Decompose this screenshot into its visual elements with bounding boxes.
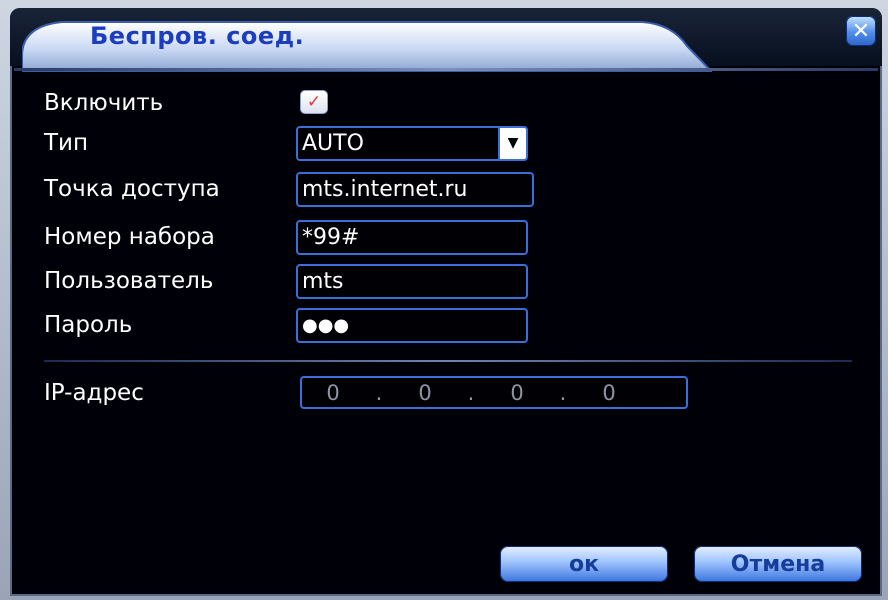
close-button[interactable]: ✕ [846, 16, 876, 46]
user-label: Пользователь [44, 268, 214, 294]
ip-octet-4[interactable]: 0 [596, 381, 622, 405]
access-point-label: Точка доступа [44, 176, 220, 202]
ip-separator: . [467, 380, 475, 405]
check-icon: ✓ [306, 92, 322, 112]
wireless-connection-dialog: Беспров. соед. ✕ Включить ✓ Тип AUTO ▼ Т… [10, 8, 882, 596]
password-field[interactable]: ●●● [296, 308, 528, 343]
ip-address-field[interactable]: 0 . 0 . 0 . 0 [300, 376, 688, 409]
password-label: Пароль [44, 312, 133, 338]
enable-label: Включить [44, 90, 164, 116]
title-underline [14, 68, 878, 71]
dial-number-label: Номер набора [44, 224, 215, 250]
type-select[interactable]: AUTO ▼ [296, 126, 528, 161]
enable-checkbox[interactable]: ✓ [300, 90, 328, 114]
user-field[interactable]: mts [296, 264, 528, 299]
type-label: Тип [44, 130, 89, 156]
ip-octet-1[interactable]: 0 [320, 381, 346, 405]
type-value: AUTO [302, 131, 364, 156]
ip-separator: . [375, 380, 383, 405]
dialog-title: Беспров. соед. [90, 22, 305, 50]
ip-separator: . [559, 380, 567, 405]
cancel-button[interactable]: Отмена [694, 546, 862, 582]
ip-octet-2[interactable]: 0 [412, 381, 438, 405]
screen-frame: Беспров. соед. ✕ Включить ✓ Тип AUTO ▼ Т… [0, 0, 888, 600]
ip-address-label: IP-адрес [44, 380, 144, 406]
dial-number-field[interactable]: *99# [296, 220, 528, 255]
section-divider [44, 360, 852, 362]
title-bar: Беспров. соед. ✕ [10, 8, 882, 72]
ip-octet-3[interactable]: 0 [504, 381, 530, 405]
access-point-field[interactable]: mts.internet.ru [296, 172, 534, 207]
dropdown-arrow-icon[interactable]: ▼ [498, 128, 526, 159]
ok-button[interactable]: ок [500, 546, 668, 582]
close-icon: ✕ [851, 18, 871, 44]
